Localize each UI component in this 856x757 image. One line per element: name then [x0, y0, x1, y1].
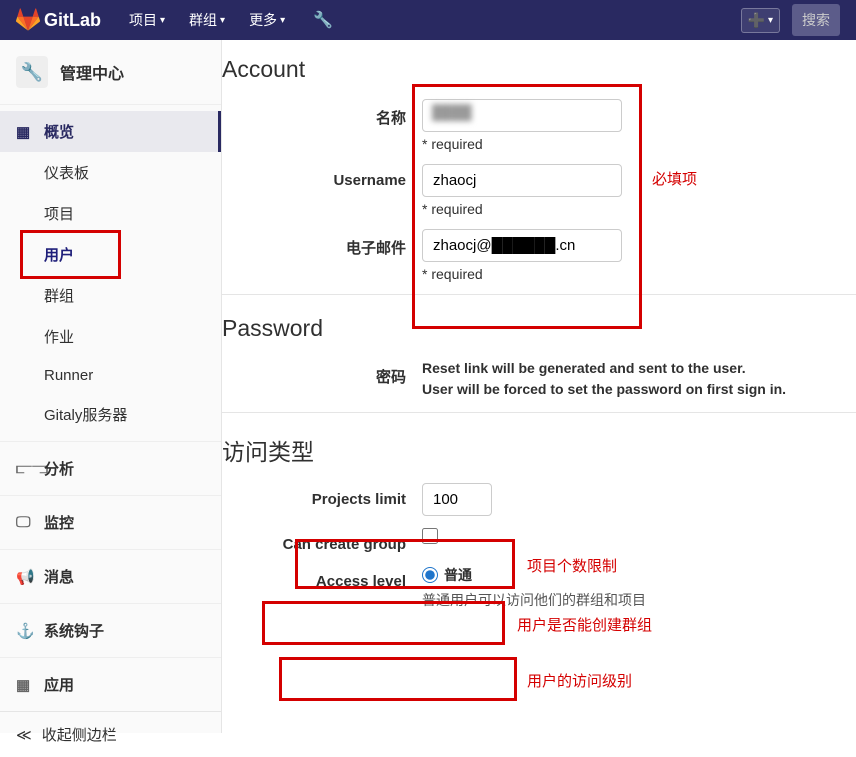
projects-limit-input[interactable]: [422, 483, 492, 516]
sidebar-item-gitaly[interactable]: Gitaly服务器: [44, 394, 221, 435]
sidebar-title: 管理中心: [60, 60, 124, 84]
chart-icon: ⫍⫎: [16, 460, 32, 477]
sidebar-monitoring[interactable]: 🖵监控: [0, 502, 221, 543]
chevron-down-icon: ▾: [160, 15, 165, 26]
topbar: GitLab 项目▾ 群组▾ 更多▾ 🔧 ➕▾ 搜索: [0, 0, 856, 40]
monitor-icon: 🖵: [16, 514, 32, 531]
chevron-down-icon: ▾: [220, 15, 225, 26]
name-label: 名称: [222, 99, 422, 128]
email-required: * required: [422, 266, 856, 282]
nav-more[interactable]: 更多▾: [241, 6, 293, 34]
access-level-regular[interactable]: 普通: [422, 565, 472, 585]
gitlab-icon: [16, 8, 40, 32]
account-title: Account: [222, 52, 856, 99]
create-group-label: Can create group: [222, 528, 422, 553]
sidebar-messages[interactable]: 📢消息: [0, 556, 221, 597]
sidebar-item-projects[interactable]: 项目: [44, 193, 221, 234]
sidebar-header: 🔧 管理中心: [0, 40, 221, 104]
wrench-icon: 🔧: [16, 56, 48, 88]
gitlab-logo[interactable]: GitLab: [16, 8, 101, 32]
username-required: * required: [422, 201, 856, 217]
sidebar-hooks[interactable]: ⚓系统钩子: [0, 610, 221, 651]
password-label: 密码: [222, 358, 422, 387]
email-input[interactable]: [422, 229, 622, 262]
access-title: 访问类型: [222, 429, 856, 483]
sidebar-item-dashboard[interactable]: 仪表板: [44, 152, 221, 193]
sidebar-item-users[interactable]: 用户: [44, 234, 221, 275]
sidebar-analytics[interactable]: ⫍⫎分析: [0, 448, 221, 489]
nav-projects[interactable]: 项目▾: [121, 6, 173, 34]
projects-limit-label: Projects limit: [222, 483, 422, 508]
wrench-icon[interactable]: 🔧: [313, 10, 333, 30]
password-title: Password: [222, 311, 856, 358]
nav-groups[interactable]: 群组▾: [181, 6, 233, 34]
new-button[interactable]: ➕▾: [741, 8, 780, 33]
sidebar-overview[interactable]: ▦ 概览: [0, 111, 221, 152]
main-content: Account 名称 ████ * required Username * re…: [222, 40, 856, 733]
sidebar-item-runner[interactable]: Runner: [44, 357, 221, 394]
sidebar-item-jobs[interactable]: 作业: [44, 316, 221, 357]
apps-icon: ▦: [16, 676, 32, 694]
sidebar-item-groups[interactable]: 群组: [44, 275, 221, 316]
annotation-level: 用户的访问级别: [527, 670, 632, 691]
password-help2: User will be forced to set the password …: [422, 379, 856, 400]
name-required: * required: [422, 136, 856, 152]
username-input[interactable]: [422, 164, 622, 197]
email-label: 电子邮件: [222, 229, 422, 258]
username-label: Username: [222, 164, 422, 189]
plus-icon: ➕: [748, 12, 765, 29]
collapse-sidebar[interactable]: ≪ 收起侧边栏: [0, 711, 221, 757]
anchor-icon: ⚓: [16, 622, 32, 640]
overview-icon: ▦: [16, 123, 32, 141]
chevron-down-icon: ▾: [768, 15, 773, 26]
horn-icon: 📢: [16, 568, 32, 586]
sidebar: 🔧 管理中心 ▦ 概览 仪表板 项目 用户 群组 作业 Runner Gital…: [0, 40, 222, 733]
chevron-down-icon: ▾: [280, 15, 285, 26]
create-group-checkbox[interactable]: [422, 528, 438, 544]
sidebar-applications[interactable]: ▦应用: [0, 664, 221, 705]
access-level-regular-radio[interactable]: [422, 567, 438, 583]
annotation-group: 用户是否能创建群组: [517, 614, 652, 635]
access-level-help: 普通用户可以访问他们的群组和项目: [422, 590, 856, 610]
topbar-right: ➕▾ 搜索: [741, 4, 840, 36]
sidebar-overview-items: 仪表板 项目 用户 群组 作业 Runner Gitaly服务器: [0, 152, 221, 435]
password-help1: Reset link will be generated and sent to…: [422, 358, 856, 379]
collapse-icon: ≪: [16, 726, 32, 744]
search-input[interactable]: 搜索: [792, 4, 840, 36]
access-level-label: Access level: [222, 565, 422, 590]
brand-text: GitLab: [44, 10, 101, 31]
annotation-box-level: [279, 657, 517, 701]
top-nav: 项目▾ 群组▾ 更多▾ 🔧: [121, 6, 333, 34]
